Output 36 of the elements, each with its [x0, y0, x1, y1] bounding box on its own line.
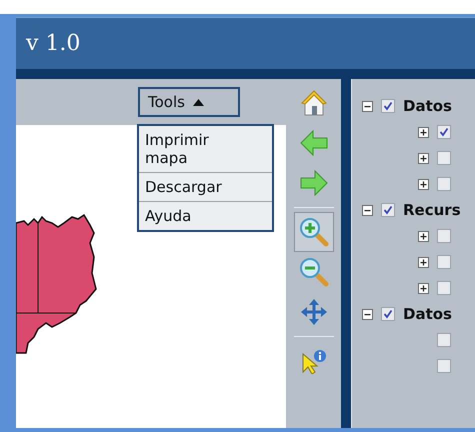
expand-icon[interactable] [418, 152, 429, 164]
menu-item[interactable]: Ayuda [139, 201, 272, 230]
checkbox[interactable] [437, 255, 451, 269]
layer-group-label: Recurs [403, 200, 461, 221]
right-arrow-icon [298, 169, 328, 197]
caret-icon [192, 98, 204, 106]
checkbox[interactable] [437, 281, 451, 295]
expand-icon[interactable] [418, 282, 429, 294]
layer-group-label: Datos [403, 96, 452, 117]
zoom-out-icon [298, 257, 328, 287]
expand-icon[interactable] [418, 178, 429, 190]
expand-icon[interactable] [418, 256, 429, 268]
checkbox[interactable] [381, 99, 395, 113]
map-tool-button[interactable] [294, 212, 334, 252]
move-arrows-icon [298, 297, 328, 327]
checkbox[interactable] [381, 307, 395, 321]
collapse-icon[interactable] [362, 308, 373, 320]
collapse-icon[interactable] [362, 204, 373, 216]
checkbox[interactable] [437, 333, 451, 347]
menu-item[interactable]: Imprimir mapa [139, 126, 272, 172]
zoom-in-icon [298, 217, 328, 247]
checkbox[interactable] [437, 229, 451, 243]
left-arrow-icon [298, 129, 328, 157]
layer-group-label: Datos [403, 304, 452, 325]
expand-icon[interactable] [418, 126, 429, 138]
expand-icon[interactable] [418, 230, 429, 242]
version-title: v 1.0 [26, 30, 80, 58]
checkbox[interactable] [381, 203, 395, 217]
menu-item[interactable]: Descargar [139, 172, 272, 201]
checkbox[interactable] [437, 359, 451, 373]
checkbox[interactable] [437, 125, 451, 139]
checkbox[interactable] [437, 151, 451, 165]
checkbox[interactable] [437, 177, 451, 191]
tools-button[interactable]: Tools [138, 87, 240, 117]
home-icon [298, 88, 328, 118]
collapse-icon[interactable] [362, 100, 373, 112]
